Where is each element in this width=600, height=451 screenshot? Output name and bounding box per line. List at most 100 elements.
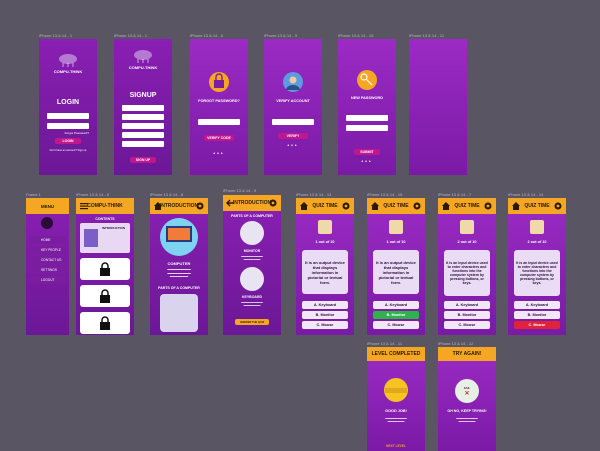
home-icon[interactable] <box>299 201 309 211</box>
option-b[interactable]: B. Monitor <box>444 311 490 319</box>
menu-item-key-people[interactable]: KEY PEOPLE <box>29 246 66 254</box>
newpass-title: NEW PASSWORD <box>351 96 383 100</box>
menu-item-contact[interactable]: CONTACT US <box>29 256 66 264</box>
intro-parts-screen: INTRODUCTION PARTS OF A COMPUTER MONITOR… <box>223 195 281 335</box>
option-a[interactable]: A. Keyboard <box>444 301 490 309</box>
option-a[interactable]: A. Keyboard <box>302 301 348 309</box>
intro-card[interactable]: INTRODUCTION <box>80 223 130 253</box>
menu-item-label: LOGOUT <box>41 278 55 282</box>
intro-card-label: INTRODUCTION <box>102 226 125 230</box>
question-counter: 1 out of 10 <box>315 240 335 244</box>
locked-card <box>80 258 130 280</box>
brand-title: COMPU-THINK <box>53 69 83 74</box>
gear-icon[interactable] <box>483 201 493 211</box>
option-c[interactable]: C. Mouse <box>444 321 490 329</box>
signup-link[interactable]: Don't have an account? Sign up <box>43 149 93 152</box>
computer-heading: COMPUTER <box>167 261 191 266</box>
frame-label: iPhone 13 & 14 - 12 <box>438 341 474 346</box>
email-field[interactable] <box>198 119 240 125</box>
intro-header: INTRODUCTION <box>150 198 208 214</box>
monitor-illustration <box>240 221 264 245</box>
menu-item-home[interactable]: HOME <box>29 236 66 244</box>
quiz-screen-4: QUIZ TIME 2 out of 10 It is an input dev… <box>508 198 566 335</box>
question-box: It is an input device used to enter char… <box>444 250 490 296</box>
home-icon[interactable] <box>511 201 521 211</box>
menu-item-label: SETTINGS <box>41 268 57 272</box>
option-a[interactable]: A. Keyboard <box>373 301 419 309</box>
menu-item-logout[interactable]: LOGOUT <box>29 276 66 284</box>
trophy-badge-icon <box>384 378 408 402</box>
name-field[interactable] <box>122 105 164 111</box>
quiz-title: QUIZ TIME <box>383 203 409 209</box>
gear-icon[interactable] <box>553 201 563 211</box>
question-counter: 2 out of 10 <box>457 240 477 244</box>
menu-item-settings[interactable]: SETTINGS <box>29 266 66 274</box>
signup-title: SIGNUP <box>129 92 157 99</box>
menu-item-label: CONTACT US <box>41 258 62 262</box>
back-arrow-icon[interactable] <box>226 198 236 208</box>
verify-button[interactable]: VERIFY <box>278 133 308 139</box>
forgot-title: FORGOT PASSWORD? <box>198 99 240 103</box>
fail-badge: FAIL ✕ <box>455 379 479 403</box>
submit-button[interactable]: SUBMIT <box>354 149 380 155</box>
keyboard-illustration <box>240 267 264 291</box>
try-again-description: ▬▬▬▬▬▬▬▬▬ ▬▬▬▬▬▬▬ <box>456 417 478 424</box>
avatar <box>41 217 53 229</box>
next-level-link[interactable]: NEXT LEVEL <box>367 444 425 448</box>
quiz-header: QUIZ TIME <box>296 198 354 214</box>
frame-label: iPhone 13 & 14 - 8 <box>150 192 184 197</box>
new-password-screen: NEW PASSWORD SUBMIT ••• <box>338 39 396 175</box>
frame-label: Frame 1 <box>26 192 41 197</box>
option-c[interactable]: C. Mouse <box>373 321 419 329</box>
quiz-screen-2: QUIZ TIME 1 out of 10 It is an output de… <box>367 198 425 335</box>
try-again-header: TRY AGAIN! <box>438 347 496 361</box>
option-c[interactable]: C. Mouse <box>302 321 348 329</box>
code-field[interactable] <box>272 119 314 125</box>
blank-screen <box>409 39 467 175</box>
home-icon[interactable] <box>441 201 451 211</box>
frame-label: iPhone 13 & 14 - 6 <box>190 33 224 38</box>
verify-account-screen: VERIFY ACCOUNT VERIFY ••• <box>264 39 322 175</box>
forgot-link[interactable]: Forgot Password? <box>65 131 89 135</box>
menu-header: MENU <box>26 198 69 214</box>
login-title: LOGIN <box>56 99 80 106</box>
password-field[interactable] <box>122 132 164 138</box>
quiz-screen-3: QUIZ TIME 2 out of 10 It is an input dev… <box>438 198 496 335</box>
option-b[interactable]: B. Monitor <box>514 311 560 319</box>
option-c[interactable]: C. Mouse <box>514 321 560 329</box>
gear-icon[interactable] <box>341 201 351 211</box>
frame-label: iPhone 13 & 14 - 7 <box>438 192 472 197</box>
username-field[interactable] <box>47 113 89 119</box>
email-field[interactable] <box>122 114 164 120</box>
level-complete-screen: LEVEL COMPLETED GOOD JOB! ▬▬▬▬▬▬▬▬▬ ▬▬▬▬▬… <box>367 347 425 451</box>
option-b[interactable]: B. Monitor <box>302 311 348 319</box>
login-button[interactable]: LOGIN <box>55 138 81 144</box>
gear-icon[interactable] <box>195 201 205 211</box>
forgot-password-screen: FORGOT PASSWORD? VERIFY CODE ••• <box>190 39 248 175</box>
intro2-title: INTRODUCTION <box>232 200 272 206</box>
home-icon[interactable] <box>153 201 163 211</box>
menu-screen: MENU HOME KEY PEOPLE CONTACT US SETTINGS… <box>26 198 69 335</box>
frame-label: iPhone 13 & 14 - 10 <box>338 33 374 38</box>
locked-card <box>80 312 130 334</box>
answer-quiz-button[interactable]: ANSWER THE QUIZ <box>235 319 269 325</box>
menu-item-label: KEY PEOPLE <box>41 248 61 252</box>
frame-label: iPhone 13 & 14 - 1 <box>39 33 73 38</box>
home-icon[interactable] <box>370 201 380 211</box>
hamburger-icon[interactable] <box>79 201 89 211</box>
signup-button[interactable]: SIGN UP <box>130 157 156 163</box>
option-b[interactable]: B. Monitor <box>373 311 419 319</box>
option-a[interactable]: A. Keyboard <box>514 301 560 309</box>
gear-icon[interactable] <box>412 201 422 211</box>
question-box: It is an output device that displays inf… <box>302 250 348 294</box>
gear-icon[interactable] <box>268 198 278 208</box>
password-field[interactable] <box>47 123 89 129</box>
verify-code-button[interactable]: VERIFY CODE <box>204 135 234 141</box>
username-field[interactable] <box>122 123 164 129</box>
new-password-field[interactable] <box>346 115 388 121</box>
signup-screen: COMPU-THINK SIGNUP SIGN UP <box>114 39 172 175</box>
computer-illustration <box>160 218 198 256</box>
locked-card <box>80 285 130 307</box>
confirm-password-field[interactable] <box>346 125 388 131</box>
confirm-password-field[interactable] <box>122 141 164 147</box>
